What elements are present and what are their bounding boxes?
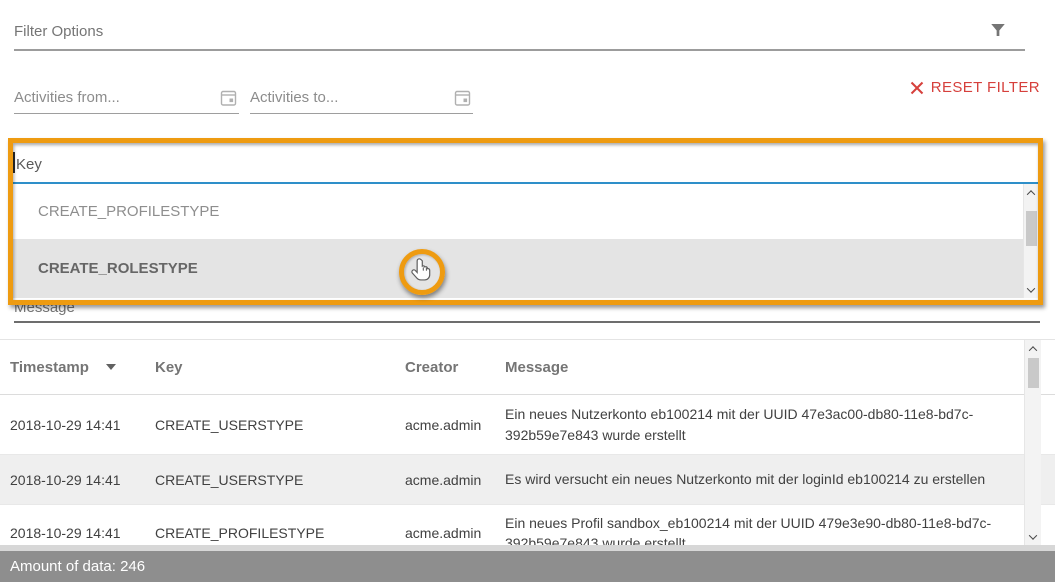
key-field[interactable]	[13, 143, 1038, 182]
status-bar: Amount of data: 246	[0, 551, 1055, 582]
text-caret	[13, 152, 15, 173]
dropdown-option-create-rolestype[interactable]: CREATE_ROLESTYPE	[13, 239, 1038, 298]
chevron-up-icon[interactable]	[1025, 341, 1041, 356]
message-field[interactable]	[14, 296, 1040, 323]
table-row: 2018-10-29 14:41 CREATE_USERSTYPE acme.a…	[0, 455, 1055, 505]
column-header-label: Timestamp	[10, 359, 89, 376]
dropdown-scrollbar[interactable]	[1023, 184, 1038, 298]
reset-filter-button[interactable]: RESET FILTER	[910, 79, 1040, 96]
scrollbar-thumb[interactable]	[1028, 358, 1039, 388]
message-cell: Es wird versucht ein neues Nutzerkonto m…	[505, 469, 1010, 489]
message-cell: Ein neues Nutzerkonto eb100214 mit der U…	[505, 404, 1010, 445]
creator-cell: acme.admin	[405, 472, 505, 488]
creator-cell: acme.admin	[405, 525, 505, 541]
x-icon	[910, 81, 924, 95]
activities-table: Timestamp Key Creator Message 2018-10-29…	[0, 339, 1055, 545]
header-divider	[14, 49, 1025, 51]
key-cell: CREATE_USERSTYPE	[155, 417, 405, 433]
activities-from-input[interactable]	[14, 86, 217, 106]
creator-cell: acme.admin	[405, 417, 505, 433]
key-dropdown: CREATE_PROFILESTYPE CREATE_ROLESTYPE	[13, 184, 1038, 298]
dropdown-option-create-profilestype[interactable]: CREATE_PROFILESTYPE	[13, 184, 1038, 239]
sort-desc-icon	[106, 364, 116, 370]
column-header-key[interactable]: Key	[155, 359, 405, 376]
key-autocomplete-panel: CREATE_PROFILESTYPE CREATE_ROLESTYPE	[13, 143, 1038, 300]
column-header-timestamp[interactable]: Timestamp	[10, 359, 155, 376]
activities-to-field[interactable]	[250, 86, 473, 114]
table-row: 2018-10-29 14:41 CREATE_USERSTYPE acme.a…	[0, 395, 1055, 455]
activities-from-field[interactable]	[14, 86, 239, 114]
filter-icon[interactable]	[989, 21, 1007, 39]
table-row: 2018-10-29 14:41 CREATE_PROFILESTYPE acm…	[0, 505, 1055, 545]
reset-filter-label: RESET FILTER	[931, 79, 1040, 96]
column-header-creator[interactable]: Creator	[405, 359, 505, 376]
timestamp-cell: 2018-10-29 14:41	[10, 525, 155, 541]
timestamp-cell: 2018-10-29 14:41	[10, 417, 155, 433]
table-header-row: Timestamp Key Creator Message	[0, 340, 1055, 395]
message-cell: Ein neues Profil sandbox_eb100214 mit de…	[505, 513, 1010, 545]
column-header-message[interactable]: Message	[505, 359, 1010, 376]
amount-of-data-label: Amount of data: 246	[10, 558, 145, 575]
scrollbar-thumb[interactable]	[1026, 211, 1037, 246]
timestamp-cell: 2018-10-29 14:41	[10, 472, 155, 488]
chevron-down-icon[interactable]	[1024, 282, 1038, 297]
key-cell: CREATE_PROFILESTYPE	[155, 525, 405, 541]
chevron-down-icon[interactable]	[1025, 529, 1041, 544]
activities-to-input[interactable]	[250, 86, 451, 106]
filter-options-title: Filter Options	[14, 23, 103, 40]
calendar-icon[interactable]	[454, 89, 471, 107]
key-input[interactable]	[13, 143, 1038, 182]
calendar-icon[interactable]	[220, 89, 237, 107]
table-scrollbar[interactable]	[1024, 340, 1041, 545]
chevron-up-icon[interactable]	[1024, 185, 1038, 200]
audit-activities-screen: Filter Options	[0, 0, 1055, 582]
key-cell: CREATE_USERSTYPE	[155, 472, 405, 488]
